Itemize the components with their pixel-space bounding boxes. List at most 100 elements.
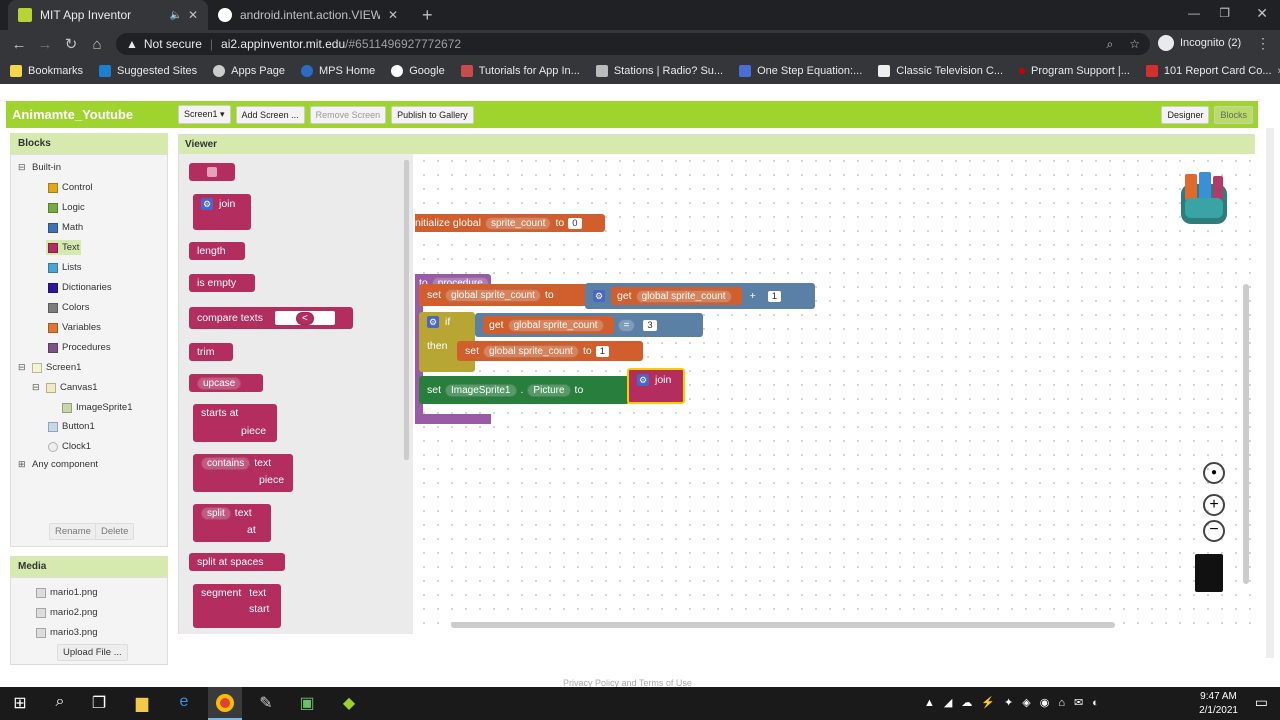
bookmark-item[interactable]: Google bbox=[391, 65, 445, 77]
minimize-icon[interactable]: — bbox=[1188, 6, 1200, 20]
image-app-icon[interactable]: ▣ bbox=[296, 693, 318, 715]
recenter-icon[interactable]: ● bbox=[1203, 462, 1225, 484]
forward-icon[interactable]: → bbox=[32, 36, 58, 53]
app-icon[interactable]: ✎ bbox=[255, 693, 277, 715]
tree-canvas1[interactable]: ⊟ Canvas1 bbox=[32, 382, 98, 393]
window-close-icon[interactable]: ✕ bbox=[1256, 5, 1268, 22]
screen-dropdown[interactable]: Screen1 ▾ bbox=[178, 105, 231, 124]
edge-icon[interactable]: e bbox=[173, 693, 195, 715]
upcase-block[interactable]: upcase bbox=[189, 374, 263, 392]
initialize-global-block[interactable]: nitialize global sprite_count to 0 bbox=[415, 214, 605, 232]
bookmark-item[interactable]: Apps Page bbox=[213, 65, 285, 77]
tab-google[interactable]: android.intent.action.VIEW - Goo ✕ bbox=[208, 0, 408, 30]
flyout-scrollbar[interactable] bbox=[404, 160, 409, 460]
bookmark-item[interactable]: Classic Television C... bbox=[878, 65, 1003, 77]
media-file[interactable]: mario1.png bbox=[36, 587, 98, 598]
search-icon[interactable]: ⌕ bbox=[49, 693, 71, 715]
horizontal-scrollbar[interactable] bbox=[451, 622, 1115, 628]
category-dictionaries[interactable]: Dictionaries bbox=[48, 282, 112, 293]
tree-screen1[interactable]: ⊟ Screen1 bbox=[18, 362, 81, 373]
set-global-block[interactable]: set global sprite_count to bbox=[419, 284, 589, 306]
menu-icon[interactable]: ⋮ bbox=[1256, 35, 1270, 52]
android-icon[interactable]: ◆ bbox=[338, 693, 360, 715]
category-procedures[interactable]: Procedures bbox=[48, 342, 111, 353]
close-icon[interactable]: ✕ bbox=[388, 8, 398, 22]
collapse-icon[interactable]: ⊟ bbox=[18, 362, 26, 373]
file-explorer-icon[interactable]: ▆ bbox=[131, 693, 153, 715]
compare-operator-dropdown[interactable]: < bbox=[296, 311, 314, 325]
maximize-icon[interactable]: ❐ bbox=[1219, 6, 1230, 20]
publish-button[interactable]: Publish to Gallery bbox=[391, 105, 474, 124]
blocks-button[interactable]: Blocks bbox=[1214, 105, 1253, 124]
length-block[interactable]: length bbox=[189, 242, 245, 260]
join-block[interactable]: ⚙ join bbox=[193, 194, 251, 230]
media-file[interactable]: mario3.png bbox=[36, 627, 98, 638]
bookmark-item[interactable]: 101 Report Card Co... bbox=[1145, 65, 1272, 77]
bookmark-item[interactable]: Tutorials for App In... bbox=[460, 65, 580, 77]
collapse-icon[interactable]: ⊟ bbox=[32, 382, 40, 393]
taskbar-clock[interactable]: 9:47 AM 2/1/2021 bbox=[1199, 690, 1238, 718]
set-imagesprite-picture-block[interactable]: set ImageSprite1 . Picture to bbox=[419, 376, 629, 404]
is-empty-block[interactable]: is empty bbox=[189, 274, 255, 292]
tree-builtin[interactable]: ⊟ Built-in bbox=[18, 162, 61, 173]
media-file[interactable]: mario2.png bbox=[36, 607, 98, 618]
get-global-block[interactable]: get global sprite_count bbox=[483, 316, 614, 334]
text-blocks-flyout[interactable]: ⚙ join length is empty compare texts < tri… bbox=[179, 154, 413, 634]
url-input[interactable]: ▲ Not secure | ai2.appinventor.mit.edu /… bbox=[116, 33, 1150, 55]
split-block[interactable]: split text at bbox=[193, 504, 271, 542]
home-icon[interactable]: ⌂ bbox=[84, 36, 110, 53]
bookmark-item[interactable]: Bookmarks bbox=[10, 65, 83, 77]
zoom-icon[interactable]: ⌕ bbox=[1107, 37, 1114, 52]
rename-button[interactable]: Rename bbox=[49, 523, 97, 540]
reload-icon[interactable]: ↻ bbox=[58, 35, 84, 53]
bookmark-item[interactable]: Suggested Sites bbox=[99, 65, 197, 77]
trash-icon[interactable] bbox=[1195, 554, 1223, 592]
tree-imagesprite1[interactable]: ImageSprite1 bbox=[62, 402, 133, 413]
trim-block[interactable]: trim bbox=[189, 343, 233, 361]
category-colors[interactable]: Colors bbox=[48, 302, 89, 313]
chrome-taskbar-icon[interactable] bbox=[208, 687, 242, 720]
category-variables[interactable]: Variables bbox=[48, 322, 101, 333]
expand-icon[interactable]: ⊞ bbox=[18, 459, 26, 470]
tree-clock1[interactable]: Clock1 bbox=[48, 441, 91, 452]
starts-at-block[interactable]: starts at piece bbox=[193, 404, 277, 442]
category-logic[interactable]: Logic bbox=[48, 202, 85, 213]
set-global-in-then-block[interactable]: set global sprite_count to 1 bbox=[457, 341, 643, 361]
star-icon[interactable]: ☆ bbox=[1129, 37, 1140, 51]
category-text[interactable]: Text bbox=[46, 240, 82, 255]
designer-button[interactable]: Designer bbox=[1161, 105, 1210, 124]
upload-file-button[interactable]: Upload File ... bbox=[57, 644, 128, 661]
contains-block[interactable]: contains text piece bbox=[193, 454, 293, 492]
tab-mit-app-inventor[interactable]: MIT App Inventor 🔈 ✕ bbox=[8, 0, 208, 30]
bookmark-item[interactable]: Program Support |... bbox=[1019, 65, 1130, 77]
compare-equal-block[interactable]: get global sprite_count = 3 bbox=[475, 313, 703, 337]
close-icon[interactable]: ✕ bbox=[188, 8, 198, 22]
blocks-workspace[interactable]: ⚙ join length is empty compare texts < tri… bbox=[179, 154, 1255, 634]
join-block-selected[interactable]: ⚙ join bbox=[627, 368, 685, 404]
category-control[interactable]: Control bbox=[48, 182, 93, 193]
bookmark-item[interactable]: MPS Home bbox=[300, 65, 375, 77]
segment-block[interactable]: segment text start bbox=[193, 584, 281, 628]
vertical-scrollbar[interactable] bbox=[1243, 284, 1249, 584]
collapse-icon[interactable]: ⊟ bbox=[18, 162, 26, 173]
text-string-block[interactable] bbox=[189, 163, 235, 181]
task-view-icon[interactable]: ❐ bbox=[88, 693, 110, 715]
delete-button[interactable]: Delete bbox=[95, 523, 135, 540]
zoom-out-icon[interactable]: − bbox=[1203, 520, 1225, 542]
add-screen-button[interactable]: Add Screen ... bbox=[235, 105, 305, 124]
backpack-icon[interactable] bbox=[1173, 168, 1235, 228]
back-icon[interactable]: ← bbox=[6, 36, 32, 53]
category-lists[interactable]: Lists bbox=[48, 262, 82, 273]
addition-block[interactable]: ⚙ get global sprite_count + 1 bbox=[585, 283, 815, 309]
windows-start-icon[interactable]: ⊞ bbox=[9, 693, 31, 715]
bookmark-item[interactable]: Stations | Radio? Su... bbox=[595, 65, 723, 77]
profile-button[interactable]: Incognito (2) bbox=[1158, 35, 1241, 51]
compare-texts-block[interactable]: compare texts < bbox=[189, 307, 353, 329]
page-scrollbar[interactable] bbox=[1266, 128, 1274, 658]
remove-screen-button[interactable]: Remove Screen bbox=[309, 105, 387, 124]
category-math[interactable]: Math bbox=[48, 222, 83, 233]
split-at-spaces-block[interactable]: split at spaces bbox=[189, 553, 285, 571]
tree-button1[interactable]: Button1 bbox=[48, 421, 95, 432]
new-tab-button[interactable]: + bbox=[412, 0, 438, 30]
bookmark-item[interactable]: One Step Equation:... bbox=[739, 65, 862, 77]
